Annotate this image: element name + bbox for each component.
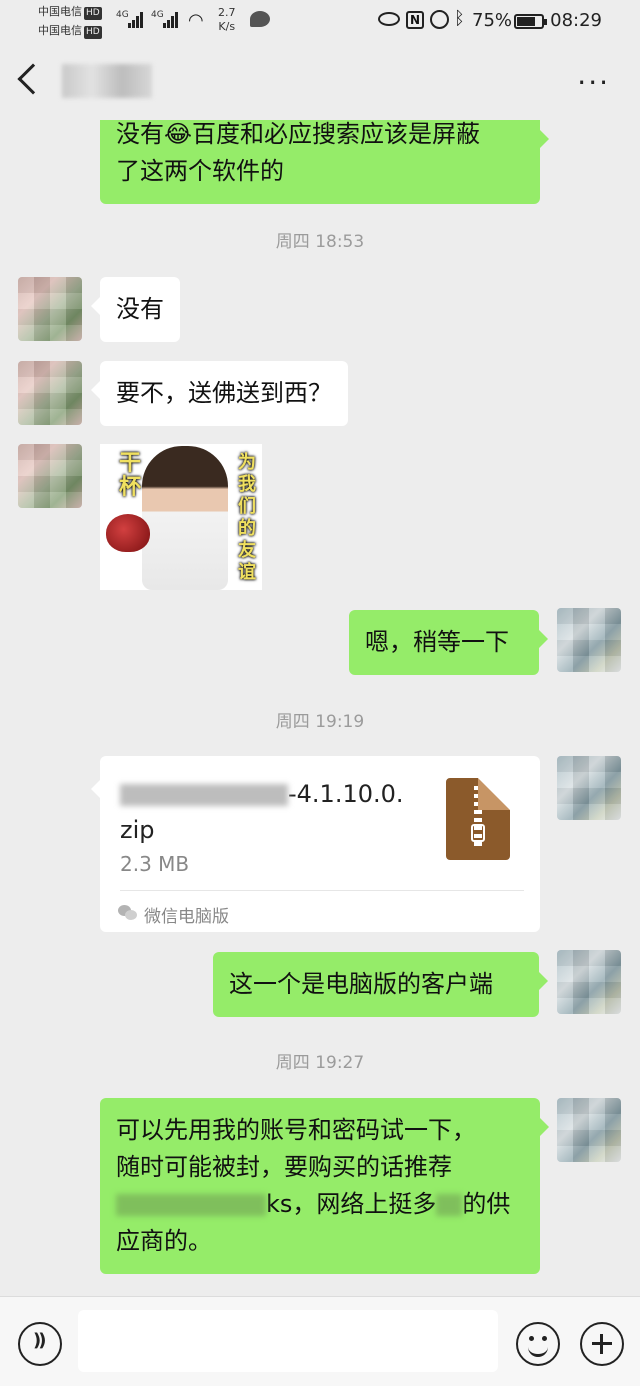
avatar[interactable] bbox=[18, 361, 82, 425]
message-fragment: ks，网络上挺多 bbox=[266, 1190, 437, 1218]
message-bubble-outgoing[interactable]: 这一个是电脑版的客户端 bbox=[213, 952, 548, 1017]
avatar[interactable] bbox=[557, 1098, 621, 1162]
message-text: ks，网络上挺多 的供 bbox=[116, 1186, 524, 1223]
hd-badge-2: HD bbox=[84, 26, 102, 39]
message-bubble-outgoing[interactable]: 可以先用我的账号和密码试一下， 随时可能被封，要购买的话推荐 ks，网络上挺多的… bbox=[100, 1098, 549, 1274]
nfc-icon: N bbox=[406, 11, 424, 29]
message-bubble-incoming[interactable]: 没有 bbox=[91, 277, 180, 342]
plus-icon[interactable] bbox=[580, 1322, 624, 1366]
message-bubble-outgoing[interactable]: 嗯，稍等一下 bbox=[349, 610, 548, 675]
timestamp: 周四 18:53 bbox=[275, 232, 365, 252]
net-speed-unit: K/s bbox=[218, 20, 236, 33]
message-text: 随时可能被封，要购买的话推荐 bbox=[116, 1153, 452, 1181]
sticker-caption-left: 干杯 bbox=[118, 451, 141, 500]
input-bar bbox=[0, 1296, 640, 1386]
message-bubble-outgoing[interactable]: 没有😂百度和必应搜索应该是屏蔽 了这两个软件的 bbox=[100, 120, 549, 204]
sticker-image[interactable]: 干杯 为我们的友谊 bbox=[100, 444, 262, 590]
redacted-text bbox=[120, 784, 288, 806]
message-text: 应商的。 bbox=[116, 1227, 212, 1255]
avatar[interactable] bbox=[18, 277, 82, 341]
chat-title-blurred bbox=[62, 64, 152, 98]
sticker-figure bbox=[142, 446, 228, 590]
avatar[interactable] bbox=[557, 756, 621, 820]
chat-notification-icon bbox=[250, 11, 270, 27]
file-extension: zip bbox=[120, 816, 155, 844]
timestamp: 周四 19:19 bbox=[275, 712, 365, 732]
battery-percent: 75% bbox=[472, 10, 513, 31]
wine-glass-icon bbox=[106, 514, 150, 552]
chevron-left-icon[interactable] bbox=[17, 63, 49, 95]
chat-header: ··· bbox=[0, 44, 640, 120]
carrier-name-2: 中国电信 bbox=[38, 24, 82, 37]
timestamp: 周四 19:27 bbox=[275, 1053, 365, 1073]
carrier-label-1: 中国电信 HD bbox=[38, 5, 102, 20]
net-type-2: 4G bbox=[151, 10, 164, 20]
net-speed: 2.7 K/s bbox=[218, 6, 236, 34]
avatar[interactable] bbox=[557, 608, 621, 672]
zip-file-icon bbox=[446, 778, 510, 860]
carrier-name-1: 中国电信 bbox=[38, 5, 82, 18]
net-type-1: 4G bbox=[116, 10, 129, 20]
signal-icon-1 bbox=[128, 12, 144, 28]
message-input[interactable] bbox=[78, 1310, 498, 1372]
battery-icon bbox=[514, 14, 547, 29]
clock: 08:29 bbox=[550, 10, 602, 31]
file-name: -4.1.10.0. zip bbox=[120, 776, 420, 848]
wifi-icon: ◠ bbox=[188, 10, 204, 31]
divider bbox=[120, 890, 524, 891]
emoji-icon[interactable] bbox=[516, 1322, 560, 1366]
message-text: 了这两个软件的 bbox=[116, 157, 284, 185]
avatar[interactable] bbox=[18, 444, 82, 508]
eye-icon bbox=[378, 12, 400, 26]
message-list[interactable]: 没有😂百度和必应搜索应该是屏蔽 了这两个软件的 周四 18:53 没有 要不，送… bbox=[0, 120, 640, 1296]
message-text: 没有😂百度和必应搜索应该是屏蔽 bbox=[116, 120, 481, 148]
redacted-text bbox=[436, 1194, 463, 1216]
hd-badge-1: HD bbox=[84, 7, 102, 20]
more-options-icon[interactable]: ··· bbox=[577, 66, 610, 99]
file-size: 2.3 MB bbox=[120, 852, 190, 876]
wechat-icon bbox=[118, 905, 138, 921]
alarm-icon bbox=[430, 10, 449, 29]
avatar[interactable] bbox=[557, 950, 621, 1014]
file-source-label: 微信电脑版 bbox=[144, 907, 229, 927]
message-text: 可以先用我的账号和密码试一下， bbox=[116, 1116, 476, 1144]
redacted-text bbox=[116, 1194, 266, 1216]
voice-icon[interactable] bbox=[18, 1322, 62, 1366]
net-speed-value: 2.7 bbox=[218, 6, 236, 19]
status-bar: 中国电信 HD 中国电信 HD 4G 4G ◠ 2.7 K/s N ᛒ 75% 08… bbox=[0, 0, 640, 44]
file-message[interactable]: -4.1.10.0. zip 2.3 MB 微信电脑版 bbox=[91, 756, 540, 932]
message-bubble-incoming[interactable]: 要不，送佛送到西？ bbox=[91, 361, 348, 426]
file-name-suffix: -4.1.10.0. bbox=[288, 780, 404, 808]
sticker-caption-right: 为我们的友谊 bbox=[238, 452, 256, 583]
bluetooth-icon: ᛒ bbox=[454, 8, 465, 29]
signal-icon-2 bbox=[163, 12, 179, 28]
carrier-label-2: 中国电信 HD bbox=[38, 24, 102, 39]
message-fragment: 的供 bbox=[462, 1190, 511, 1218]
